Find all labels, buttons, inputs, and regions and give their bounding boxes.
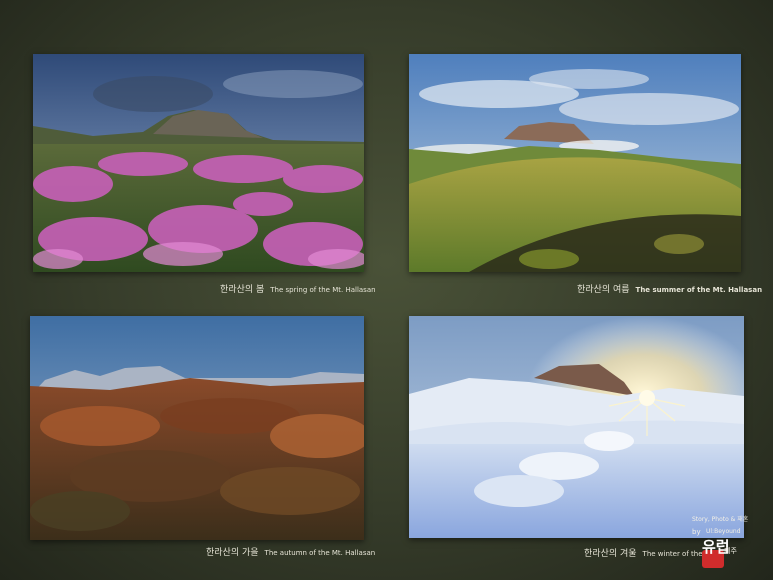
spring-landscape-image bbox=[33, 54, 364, 272]
photo-spring bbox=[33, 54, 364, 272]
summer-landscape-image bbox=[409, 54, 741, 272]
winter-landscape-image bbox=[409, 316, 744, 538]
caption-autumn-ko: 한라산의 가을 bbox=[206, 548, 259, 558]
watermark: Story, Photo & 재혼 by Ul:Beyound 유럽 제주 bbox=[688, 512, 768, 572]
watermark-handle: Ul:Beyound bbox=[706, 528, 741, 535]
photo-autumn bbox=[30, 316, 364, 540]
photo-summer bbox=[409, 54, 741, 272]
caption-summer-ko: 한라산의 여름 bbox=[577, 285, 630, 295]
watermark-region: 제주 bbox=[724, 547, 737, 555]
caption-summer-en: The summer of the Mt. Hallasan bbox=[635, 286, 763, 294]
caption-winter-ko: 한라산의 겨울 bbox=[584, 549, 637, 559]
caption-spring-ko: 한라산의 봄 bbox=[220, 285, 265, 295]
caption-autumn: 한라산의 가을 The autumn of the Mt. Hallasan bbox=[206, 545, 375, 558]
photo-winter bbox=[409, 316, 744, 538]
caption-spring: 한라산의 봄 The spring of the Mt. Hallasan bbox=[220, 282, 376, 295]
caption-summer: 한라산의 여름 The summer of the Mt. Hallasan bbox=[577, 282, 762, 295]
watermark-credit: Story, Photo & 재혼 bbox=[692, 516, 749, 523]
caption-spring-en: The spring of the Mt. Hallasan bbox=[270, 286, 376, 294]
caption-autumn-en: The autumn of the Mt. Hallasan bbox=[264, 549, 376, 557]
watermark-by: by bbox=[692, 528, 701, 536]
autumn-landscape-image bbox=[30, 316, 364, 540]
